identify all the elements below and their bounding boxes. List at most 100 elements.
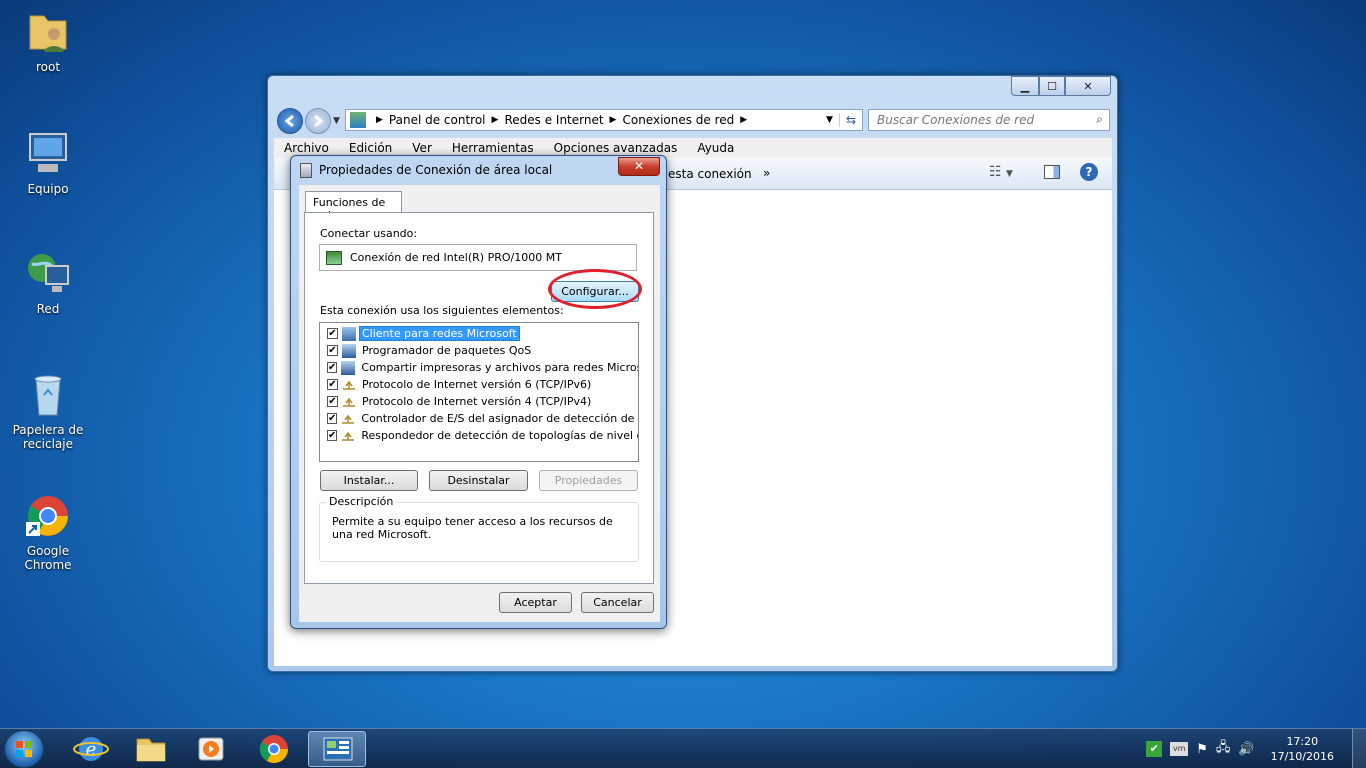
system-tray: ✔ vm ⚑ 🖧 🔊 17:20 17/10/2016 <box>1142 729 1356 768</box>
network-adapter-icon <box>300 163 312 178</box>
media-player-icon <box>198 737 224 761</box>
properties-button[interactable]: Propiedades <box>539 470 638 491</box>
items-label: Esta conexión usa los siguientes element… <box>320 304 564 317</box>
desktop-icon-equipo[interactable]: Equipo <box>3 130 93 196</box>
description-text: Permite a su equipo tener acceso a los r… <box>332 515 613 541</box>
list-item[interactable]: ✔ Cliente para redes Microsoft <box>320 325 638 342</box>
checkbox[interactable]: ✔ <box>327 430 338 441</box>
checkbox[interactable]: ✔ <box>327 328 338 339</box>
dialog-close-button[interactable]: ✕ <box>618 157 660 176</box>
internet-explorer-icon: e <box>73 737 109 761</box>
checkbox[interactable]: ✔ <box>327 379 338 390</box>
vmware-tools-icon[interactable]: vm <box>1170 742 1189 756</box>
desktop-icon-label: Red <box>36 302 60 316</box>
description-group: Descripción Permite a su equipo tener ac… <box>319 495 639 562</box>
clock[interactable]: 17:20 17/10/2016 <box>1271 734 1334 764</box>
cmd-connection-item[interactable]: esta conexión <box>668 167 752 181</box>
network-card-icon <box>326 250 342 265</box>
tab-funciones-de-red[interactable]: Funciones de red <box>305 191 402 222</box>
show-desktop-button[interactable] <box>1352 729 1366 768</box>
taskbar-chrome[interactable] <box>245 731 303 767</box>
desktop-icon-label: Equipo <box>27 182 69 196</box>
maximize-button[interactable]: ☐ <box>1039 76 1065 96</box>
file-sharing-icon <box>341 360 356 375</box>
dialog-title: Propiedades de Conexión de área local <box>319 163 553 177</box>
breadcrumb-item[interactable]: Redes e Internet <box>504 113 603 127</box>
control-panel-icon <box>350 112 366 128</box>
refresh-icon[interactable]: ⇆ <box>838 113 862 127</box>
properties-dialog[interactable]: Propiedades de Conexión de área local ✕ … <box>290 155 667 629</box>
list-item[interactable]: ✔ Protocolo de Internet versión 6 (TCP/I… <box>320 376 638 393</box>
protocol-icon <box>341 412 355 426</box>
cancel-button[interactable]: Cancelar <box>581 592 654 613</box>
taskbar-control-panel[interactable] <box>308 731 366 767</box>
forward-button[interactable] <box>305 108 331 134</box>
menu-ver[interactable]: Ver <box>402 141 442 155</box>
close-button[interactable]: ✕ <box>1065 76 1111 96</box>
user-folder-icon <box>24 8 72 56</box>
uninstall-button[interactable]: Desinstalar <box>429 470 528 491</box>
address-dropdown-icon[interactable]: ▼ <box>826 115 833 125</box>
clock-date: 17/10/2016 <box>1270 750 1334 763</box>
dialog-body: Funciones de red Conectar usando: Conexi… <box>299 185 660 622</box>
list-item[interactable]: ✔ Controlador de E/S del asignador de de… <box>320 410 638 427</box>
taskbar-ie[interactable]: e <box>62 731 120 767</box>
menu-archivo[interactable]: Archivo <box>274 141 339 155</box>
connect-using-label: Conectar usando: <box>320 227 418 240</box>
checkbox[interactable]: ✔ <box>327 413 338 424</box>
taskbar-explorer[interactable] <box>122 731 180 767</box>
start-button[interactable] <box>4 730 44 768</box>
list-item[interactable]: ✔ Protocolo de Internet versión 4 (TCP/I… <box>320 393 638 410</box>
menu-edicion[interactable]: Edición <box>339 141 402 155</box>
network-icon <box>24 250 72 298</box>
control-panel-icon <box>323 737 353 761</box>
breadcrumb-item[interactable]: Panel de control <box>389 113 486 127</box>
search-icon[interactable]: ⌕ <box>1096 112 1103 127</box>
desktop-icon-root[interactable]: root <box>3 8 93 74</box>
back-button[interactable] <box>277 108 303 134</box>
ok-button[interactable]: Aceptar <box>499 592 572 613</box>
taskbar-media-player[interactable] <box>182 731 240 767</box>
recycle-bin-icon <box>24 371 72 419</box>
protocol-icon <box>341 429 355 443</box>
list-item[interactable]: ✔ Compartir impresoras y archivos para r… <box>320 359 638 376</box>
checkbox[interactable]: ✔ <box>327 362 338 373</box>
address-bar[interactable]: ▶ Panel de control ▶ Redes e Internet ▶ … <box>345 109 863 131</box>
menu-herramientas[interactable]: Herramientas <box>442 141 544 155</box>
minimize-button[interactable]: ▁ <box>1011 76 1039 96</box>
adapter-field: Conexión de red Intel(R) PRO/1000 MT <box>319 244 637 271</box>
cmd-more-icon[interactable]: » <box>763 166 770 180</box>
list-item[interactable]: ✔ Programador de paquetes QoS <box>320 342 638 359</box>
window-controls: ▁ ☐ ✕ <box>1011 76 1111 96</box>
view-options-icon[interactable]: ☷ ▼ <box>989 164 1013 180</box>
install-button[interactable]: Instalar... <box>320 470 418 491</box>
security-check-icon[interactable]: ✔ <box>1146 741 1163 757</box>
clock-time: 17:20 <box>1286 735 1319 748</box>
network-tray-icon[interactable]: 🖧 <box>1216 738 1231 760</box>
protocol-icon <box>342 395 356 409</box>
volume-icon[interactable]: 🔊 <box>1238 742 1254 757</box>
desktop-icon-chrome[interactable]: Google Chrome <box>3 492 93 572</box>
checkbox[interactable]: ✔ <box>327 396 338 407</box>
desktop-icon-label: root <box>35 60 61 74</box>
preview-pane-icon[interactable] <box>1044 165 1060 179</box>
checkbox[interactable]: ✔ <box>327 345 338 356</box>
computer-icon <box>24 130 72 178</box>
menu-opciones-avanzadas[interactable]: Opciones avanzadas <box>544 141 688 155</box>
menu-ayuda[interactable]: Ayuda <box>687 141 744 155</box>
list-item[interactable]: ✔ Respondedor de detección de topologías… <box>320 427 638 444</box>
desktop-icon-red[interactable]: Red <box>3 250 93 316</box>
help-icon[interactable]: ? <box>1080 163 1098 181</box>
tab-panel: Conectar usando: Conexión de red Intel(R… <box>304 212 654 584</box>
highlight-annotation <box>548 269 642 309</box>
desktop-icon-papelera[interactable]: Papelera de reciclaje <box>3 371 93 451</box>
search-input[interactable]: Buscar Conexiones de red ⌕ <box>868 109 1110 131</box>
breadcrumb-item[interactable]: Conexiones de red <box>622 113 734 127</box>
qos-scheduler-icon <box>342 343 356 358</box>
windows-logo-icon <box>16 741 32 757</box>
recent-pages-icon[interactable]: ▼ <box>333 116 340 126</box>
action-center-icon[interactable]: ⚑ <box>1196 742 1208 757</box>
folder-icon <box>136 738 166 762</box>
client-network-icon <box>342 326 356 341</box>
description-legend: Descripción <box>326 495 397 508</box>
